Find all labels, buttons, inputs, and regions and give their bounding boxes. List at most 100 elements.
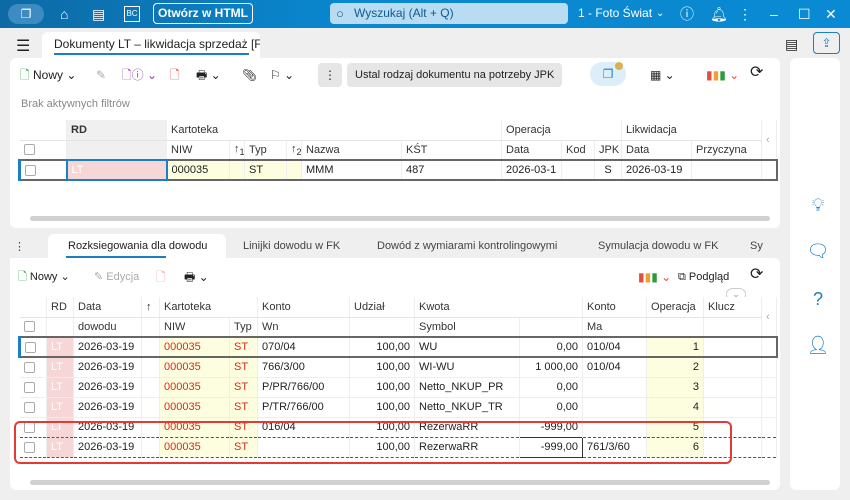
- cell-niw[interactable]: 000035: [166, 160, 230, 180]
- new-button[interactable]: 🗋 Nowy ⌄: [18, 269, 70, 285]
- cell-operacja[interactable]: 2: [646, 357, 705, 377]
- maximize-icon[interactable]: ☐: [798, 5, 811, 23]
- table-row[interactable]: LT 2026-03-19 000035 ST 070/04 100,00 WU 0,00 01…: [19, 337, 778, 357]
- scroll-left-icon[interactable]: ‹: [761, 120, 778, 161]
- preview-button[interactable]: ⧉ Podgląd: [678, 269, 729, 285]
- cell-niw[interactable]: 000035: [159, 337, 230, 357]
- row-checkbox[interactable]: [19, 377, 47, 397]
- app-logo-icon[interactable]: ❐: [8, 4, 44, 24]
- cell-kwota[interactable]: 0,00: [519, 397, 584, 417]
- sort-asc-icon[interactable]: ↑2: [286, 140, 302, 161]
- cell-udzial[interactable]: 100,00: [349, 337, 415, 357]
- bell-icon[interactable]: 🔔︎: [710, 5, 728, 23]
- cell-klucz[interactable]: [703, 337, 763, 357]
- share-icon[interactable]: ⇪: [813, 32, 840, 54]
- cell-symbol[interactable]: Netto_NKUP_PR: [414, 377, 520, 397]
- new-button[interactable]: 🗋 Nowy ⌄: [20, 67, 76, 83]
- delete-document-icon[interactable]: 🗋: [170, 67, 180, 83]
- cell-jpk[interactable]: S: [594, 160, 623, 180]
- cell-kst[interactable]: 487: [401, 160, 503, 180]
- tab-overflow[interactable]: Sy: [750, 240, 763, 252]
- sort-asc-icon[interactable]: ↑1: [229, 140, 245, 161]
- header-nazwa[interactable]: Nazwa: [301, 140, 402, 161]
- flag-icon[interactable]: ⚐ ⌄: [270, 67, 294, 83]
- header-symbol[interactable]: Symbol: [414, 317, 520, 338]
- cell-wn[interactable]: 766/3/00: [257, 357, 350, 377]
- tab-wymiary[interactable]: Dowód z wymiarami kontrolingowymi: [377, 240, 557, 252]
- close-icon[interactable]: ✕: [825, 5, 837, 23]
- refresh-icon[interactable]: ⟳: [750, 65, 763, 81]
- lightbulb-icon[interactable]: 💡︎: [805, 192, 831, 218]
- header-operacja[interactable]: Operacja: [646, 297, 705, 318]
- header-kwota[interactable]: Kwota: [414, 297, 584, 318]
- cell-ma[interactable]: 010/04: [582, 357, 648, 377]
- cell-data[interactable]: 2026-03-19: [73, 357, 142, 377]
- cell-data[interactable]: 2026-03-19: [73, 337, 142, 357]
- support-icon[interactable]: 👤︎: [805, 332, 831, 358]
- cell-wn[interactable]: P/TR/766/00: [257, 397, 350, 417]
- cell-rd[interactable]: LT: [65, 159, 168, 181]
- cell-operacja[interactable]: 3: [646, 377, 705, 397]
- cell-op-data[interactable]: 2026-03-1: [501, 160, 563, 180]
- cell-udzial[interactable]: 100,00: [349, 377, 415, 397]
- cell-symbol[interactable]: Netto_NKUP_TR: [414, 397, 520, 417]
- header-klucz[interactable]: Klucz: [703, 297, 763, 318]
- attachment-icon[interactable]: 📎︎: [242, 67, 257, 83]
- cell-nazwa[interactable]: MMM: [301, 160, 402, 180]
- table-row[interactable]: LT 2026-03-19 000035 ST P/TR/766/00 100,00 Net…: [19, 397, 778, 417]
- sort-asc-icon[interactable]: ↑: [141, 297, 160, 318]
- header-kst[interactable]: KŚT: [401, 140, 503, 161]
- bc-icon[interactable]: BC: [124, 6, 140, 22]
- cell-przyczyna[interactable]: [691, 160, 763, 180]
- document-type-icon[interactable]: ▦ ⌄: [650, 67, 675, 83]
- table-row[interactable]: LT 2026-03-19 000035 ST P/PR/766/00 100,00 Net…: [19, 377, 778, 397]
- print-icon[interactable]: 🖶 ⌄: [196, 67, 221, 83]
- column-settings-icon[interactable]: ▤: [785, 36, 798, 53]
- header-rd[interactable]: RD: [46, 297, 74, 318]
- cell-klucz[interactable]: [703, 357, 763, 377]
- header-lik-data[interactable]: Data: [621, 140, 693, 161]
- header-typ[interactable]: Typ: [244, 140, 287, 161]
- tab-linijki[interactable]: Linijki dowodu w FK: [243, 240, 340, 252]
- cell-symbol[interactable]: WI-WU: [414, 357, 520, 377]
- cell-niw[interactable]: 000035: [159, 357, 230, 377]
- tab-rozksiegowania[interactable]: Rozksiegowania dla dowodu: [48, 234, 226, 260]
- cell-rd[interactable]: LT: [46, 357, 74, 377]
- header-kod[interactable]: Kod: [561, 140, 596, 161]
- cell-kwota[interactable]: 1 000,00: [519, 357, 584, 377]
- cell-kod[interactable]: [561, 160, 596, 180]
- header-rd[interactable]: RD: [66, 120, 167, 141]
- print-icon[interactable]: 🖶 ⌄: [184, 269, 209, 285]
- chart-icon[interactable]: ▮▮▮ ⌄: [706, 67, 739, 83]
- header-przyczyna[interactable]: Przyczyna: [691, 140, 763, 161]
- cell-rd[interactable]: LT: [46, 337, 74, 357]
- row-checkbox[interactable]: [19, 337, 47, 357]
- help-chat-icon[interactable]: ?: [805, 286, 831, 312]
- row-checkbox[interactable]: [19, 357, 47, 377]
- cell-kwota[interactable]: 0,00: [519, 337, 584, 357]
- horizontal-scrollbar[interactable]: [30, 480, 770, 485]
- row-checkbox[interactable]: [19, 160, 67, 180]
- chart-icon[interactable]: ▮▮▮ ⌄: [638, 269, 671, 285]
- chat-icon[interactable]: 🗨︎: [805, 238, 831, 264]
- cell-data[interactable]: 2026-03-19: [73, 377, 142, 397]
- cell-rd[interactable]: LT: [46, 377, 74, 397]
- cell-typ[interactable]: ST: [229, 337, 258, 357]
- chevron-down-icon[interactable]: ⌄: [656, 5, 664, 23]
- table-row[interactable]: LT 2026-03-19 000035 ST 766/3/00 100,00 WI-WU 1…: [19, 357, 778, 377]
- header-udzial[interactable]: Udział: [349, 297, 415, 318]
- cell-ma[interactable]: 010/04: [582, 337, 648, 357]
- cell-typ[interactable]: ST: [229, 357, 258, 377]
- home-icon[interactable]: ⌂: [60, 5, 68, 23]
- search-input[interactable]: ○ Wyszukaj (Alt + Q): [330, 3, 568, 24]
- help-icon[interactable]: ⓘ: [680, 5, 694, 23]
- cell-udzial[interactable]: 100,00: [349, 357, 415, 377]
- news-icon[interactable]: ▤: [92, 5, 105, 23]
- cell-klucz[interactable]: [703, 397, 763, 417]
- header-konto-ma[interactable]: Konto: [582, 297, 648, 318]
- header-typ[interactable]: Typ: [229, 317, 258, 338]
- tab-symulacja[interactable]: Symulacja dowodu w FK: [598, 240, 718, 252]
- cell-kwota[interactable]: 0,00: [519, 377, 584, 397]
- cell-operacja[interactable]: 4: [646, 397, 705, 417]
- cell-typ[interactable]: ST: [244, 160, 287, 180]
